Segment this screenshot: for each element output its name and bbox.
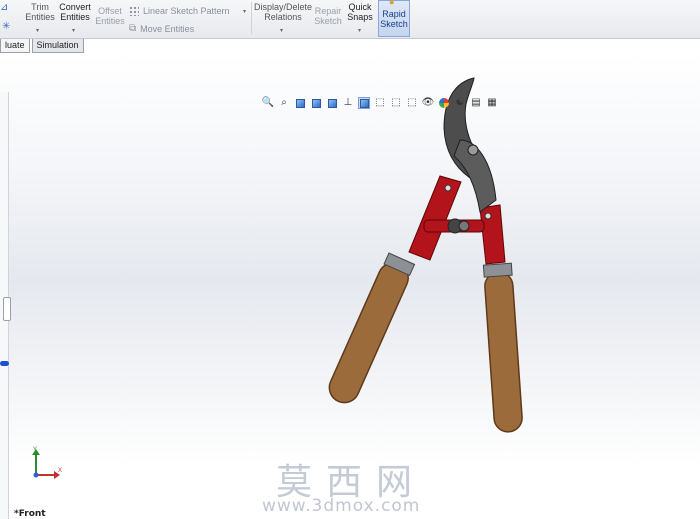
previous-view-icon[interactable] bbox=[294, 97, 306, 109]
relations-label-2: Relations bbox=[264, 12, 302, 22]
repair-sketch-button[interactable]: Repair Sketch bbox=[313, 6, 343, 26]
view-settings-icon[interactable]: ▤ bbox=[470, 97, 482, 109]
left-handle bbox=[328, 252, 416, 404]
snaps-label-2: Snaps bbox=[347, 12, 373, 22]
trim-entities-button[interactable]: Trim Entities bbox=[24, 2, 56, 22]
rapid-label-2: Sketch bbox=[380, 19, 408, 29]
linear-sketch-pattern-button[interactable]: Linear Sketch Pattern bbox=[129, 6, 230, 16]
move-entities-button[interactable]: ⧉ Move Entities bbox=[129, 23, 194, 34]
rapid-label-1: Rapid bbox=[382, 9, 406, 19]
convert-label-1: Convert bbox=[59, 2, 91, 12]
hidden-lines-icon[interactable]: ⬚ bbox=[390, 97, 402, 109]
tab-evaluate[interactable]: luate bbox=[0, 39, 30, 53]
relations-label-1: Display/Delete bbox=[253, 2, 313, 12]
zoom-to-area-icon[interactable]: ⌕ bbox=[278, 97, 290, 109]
triad-y-label: Y bbox=[33, 447, 37, 453]
heads-up-view-toolbar: 🔍 ⌕ ⊥ ⬚ ⬚ ⬚ 👁 ☯ ▤ ▦ bbox=[262, 95, 498, 111]
rapid-sketch-icon: ● bbox=[389, 0, 395, 7]
trim-label-1: Trim bbox=[31, 2, 49, 12]
convert-dropdown-icon[interactable]: ▾ bbox=[72, 27, 75, 34]
section-view-icon[interactable] bbox=[310, 97, 322, 109]
trim-label-2: Entities bbox=[25, 12, 55, 22]
linear-pattern-icon bbox=[129, 6, 139, 16]
reference-triad: Y X bbox=[32, 447, 62, 479]
view-orientation-icon[interactable]: ⊥ bbox=[342, 97, 354, 109]
quick-snaps-button[interactable]: Quick Snaps bbox=[345, 2, 375, 22]
split-window-icon[interactable]: ▦ bbox=[486, 97, 498, 109]
relations-dropdown-icon[interactable]: ▾ bbox=[280, 27, 283, 34]
offset-entities-button[interactable]: Offset Entities bbox=[95, 6, 125, 26]
apply-scene-icon[interactable]: ☯ bbox=[454, 97, 466, 109]
spline-icon[interactable]: ✳ bbox=[2, 22, 10, 32]
lopper-model bbox=[328, 77, 523, 433]
display-delete-relations-button[interactable]: Display/Delete Relations bbox=[253, 2, 313, 22]
linear-pattern-label: Linear Sketch Pattern bbox=[143, 6, 230, 16]
right-handle bbox=[482, 262, 523, 433]
panel-collapse-handle[interactable] bbox=[3, 297, 11, 321]
snaps-label-1: Quick bbox=[348, 2, 372, 12]
sketch-point-icon[interactable]: ⊿ bbox=[0, 3, 8, 13]
move-icon: ⧉ bbox=[129, 23, 137, 34]
left-red-arm bbox=[408, 175, 462, 261]
convert-label-2: Entities bbox=[60, 12, 90, 22]
right-red-arm bbox=[479, 204, 506, 265]
dynamic-annotation-icon[interactable] bbox=[326, 97, 338, 109]
command-ribbon: ⊿ ✳ Trim Entities ▾ Convert Entities ▾ O… bbox=[0, 0, 700, 39]
trim-dropdown-icon[interactable]: ▾ bbox=[36, 27, 39, 34]
ribbon-separator bbox=[251, 2, 252, 34]
repair-label-1: Repair bbox=[314, 6, 342, 16]
move-label: Move Entities bbox=[140, 23, 195, 34]
offset-label-1: Offset bbox=[98, 6, 122, 16]
rapid-sketch-button[interactable]: ● Rapid Sketch bbox=[378, 0, 410, 37]
shaded-icon[interactable]: ⬚ bbox=[406, 97, 418, 109]
tab-simulation[interactable]: Simulation bbox=[31, 39, 84, 53]
command-tabs: luate Simulation bbox=[0, 39, 86, 53]
zoom-to-fit-icon[interactable]: 🔍 bbox=[262, 97, 274, 109]
watermark-url: www.3dmox.com bbox=[262, 496, 421, 516]
snaps-dropdown-icon[interactable]: ▾ bbox=[358, 27, 361, 34]
wireframe-icon[interactable]: ⬚ bbox=[374, 97, 386, 109]
convert-entities-button[interactable]: Convert Entities bbox=[58, 2, 92, 22]
triad-x-label: X bbox=[58, 468, 62, 474]
graphics-viewport[interactable]: 🔍 ⌕ ⊥ ⬚ ⬚ ⬚ 👁 ☯ ▤ ▦ Y X *Front 莫西网 www.3… bbox=[0, 54, 700, 519]
offset-label-2: Entities bbox=[95, 16, 125, 26]
hide-show-items-icon[interactable]: 👁 bbox=[422, 97, 435, 109]
scroll-marker[interactable] bbox=[0, 361, 9, 366]
repair-label-2: Sketch bbox=[314, 16, 342, 26]
edit-appearance-icon[interactable] bbox=[438, 97, 450, 109]
pattern-dropdown-icon[interactable]: ▾ bbox=[243, 8, 246, 15]
view-name-label: *Front bbox=[14, 509, 46, 519]
display-style-icon[interactable] bbox=[358, 97, 370, 109]
